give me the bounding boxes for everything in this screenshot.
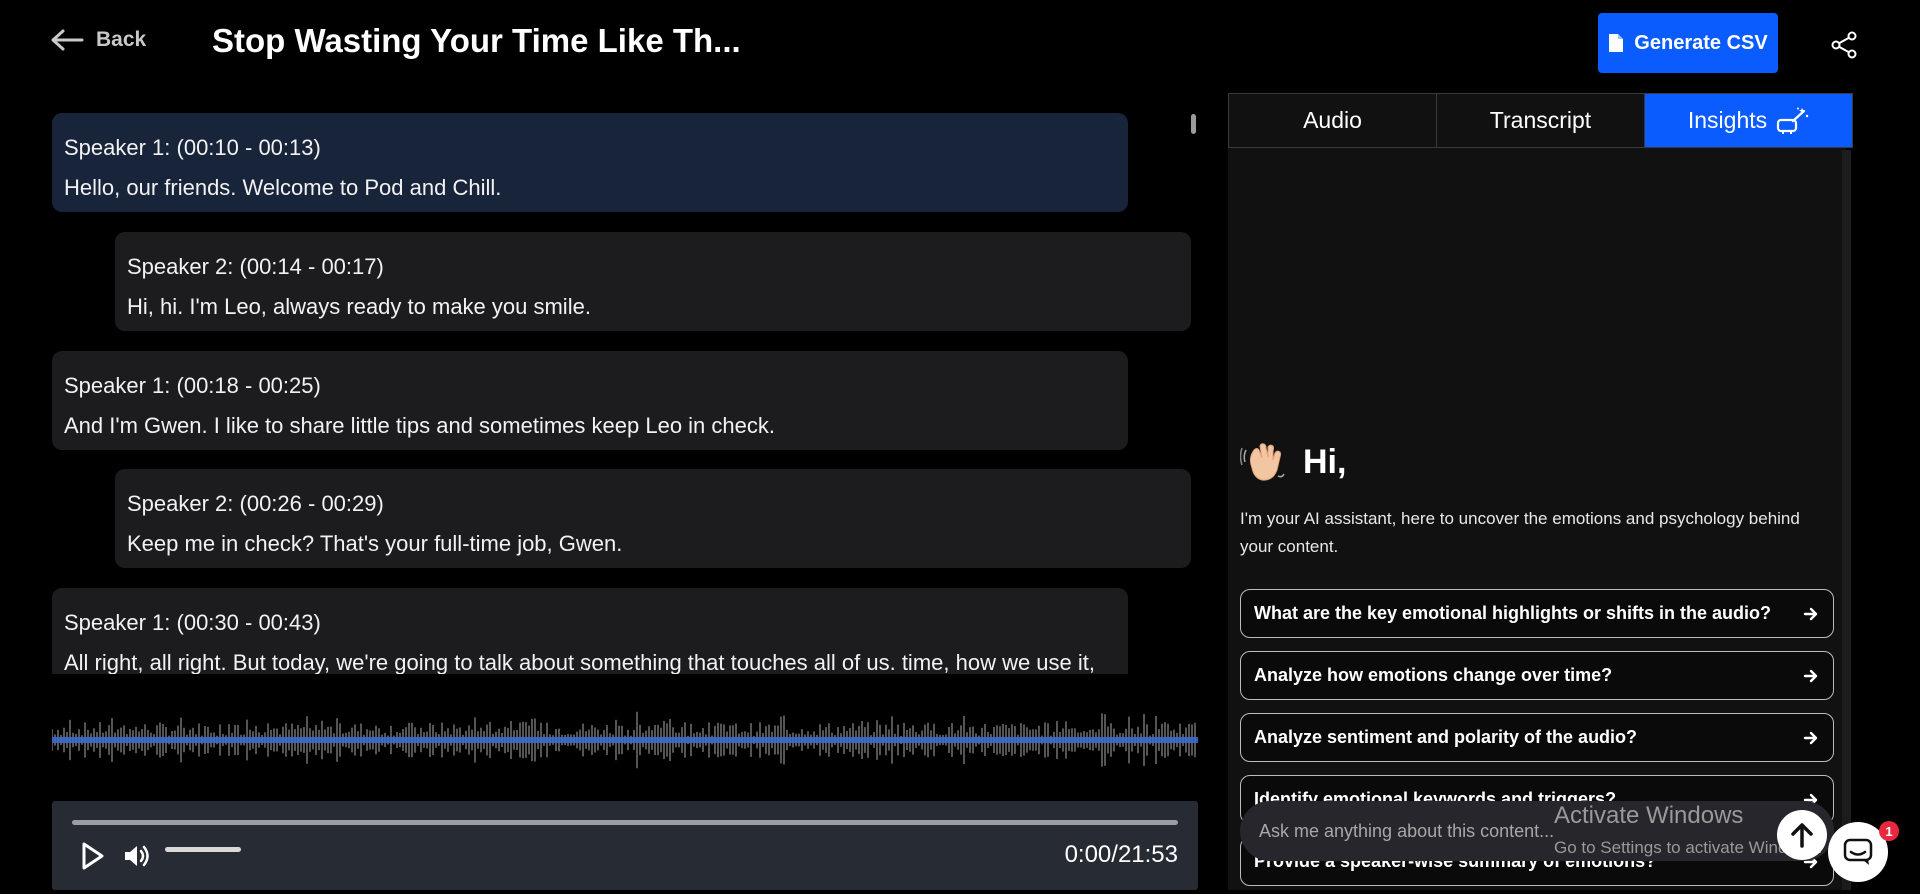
tab-label: Transcript	[1489, 107, 1592, 133]
suggested-question[interactable]: Analyze how emotions change over time?	[1240, 651, 1834, 700]
tab-label: Insights	[1687, 107, 1768, 133]
tab-audio[interactable]: Audio	[1229, 94, 1437, 147]
transcript-text: All right, all right. But today, we're g…	[64, 650, 1096, 674]
page-title: Stop Wasting Your Time Like Th...	[212, 22, 741, 59]
file-icon	[1609, 34, 1624, 52]
arrow-right-icon	[1803, 669, 1818, 682]
notification-badge: 1	[1879, 821, 1899, 841]
time-display: 0:00/21:53	[1064, 841, 1178, 868]
waving-hand-icon	[1240, 443, 1285, 481]
insights-scrollbar[interactable]	[1842, 150, 1851, 890]
suggested-question[interactable]: Analyze sentiment and polarity of the au…	[1240, 713, 1834, 762]
volume-slider[interactable]	[165, 847, 241, 852]
transcript-entry[interactable]: Speaker 1: (00:30 - 00:43) All right, al…	[52, 588, 1128, 674]
share-icon[interactable]	[1830, 31, 1858, 59]
tab-label: Audio	[1303, 107, 1362, 133]
greeting-heading: Hi,	[1303, 443, 1347, 481]
question-text: Analyze how emotions change over time?	[1254, 665, 1613, 685]
waveform-center-band	[52, 737, 1198, 743]
transcript-text: Hi, hi. I'm Leo, always ready to make yo…	[127, 294, 591, 319]
ask-input[interactable]	[1259, 820, 1559, 842]
audio-waveform[interactable]	[52, 700, 1198, 780]
speaker-label: Speaker 2: (00:26 - 00:29)	[127, 491, 384, 516]
arrow-right-icon	[1803, 731, 1818, 744]
transcript-list[interactable]: Speaker 1: (00:10 - 00:13) Hello, our fr…	[52, 108, 1194, 674]
generate-csv-button[interactable]: Generate CSV	[1598, 13, 1778, 73]
audio-player: 0:00/21:53	[52, 801, 1198, 890]
tab-insights[interactable]: Insights	[1645, 94, 1852, 147]
volume-icon[interactable]	[122, 841, 152, 871]
arrow-left-icon	[51, 29, 84, 51]
transcript-text: Hello, our friends. Welcome to Pod and C…	[64, 175, 502, 200]
insights-panel: Audio Transcript Insights Hi, I'm your A…	[1228, 93, 1853, 890]
arrow-right-icon	[1803, 607, 1818, 620]
transcript-entry[interactable]: Speaker 1: (00:18 - 00:25) And I'm Gwen.…	[52, 351, 1128, 450]
transcript-entry[interactable]: Speaker 1: (00:10 - 00:13) Hello, our fr…	[52, 113, 1128, 212]
speaker-label: Speaker 1: (00:18 - 00:25)	[64, 373, 321, 398]
arrow-up-icon	[1791, 823, 1813, 848]
insights-content: Hi, I'm your AI assistant, here to uncov…	[1228, 148, 1846, 890]
suggested-question[interactable]: What are the key emotional highlights or…	[1240, 589, 1834, 638]
transcript-text: Keep me in check? That's your full-time …	[127, 531, 623, 556]
transcript-scrollbar-thumb[interactable]	[1191, 114, 1196, 134]
seek-bar[interactable]	[72, 820, 1178, 825]
transcript-scrollbar[interactable]	[1189, 110, 1196, 672]
speaker-label: Speaker 2: (00:14 - 00:17)	[127, 254, 384, 279]
transcript-entry[interactable]: Speaker 2: (00:26 - 00:29) Keep me in ch…	[115, 469, 1191, 568]
assistant-intro: I'm your AI assistant, here to uncover t…	[1240, 509, 1800, 556]
back-label: Back	[96, 28, 147, 51]
tab-bar: Audio Transcript Insights	[1228, 93, 1853, 148]
back-button[interactable]: Back	[50, 28, 146, 52]
play-icon[interactable]	[80, 841, 106, 871]
question-text: What are the key emotional highlights or…	[1254, 603, 1772, 623]
speaker-label: Speaker 1: (00:10 - 00:13)	[64, 135, 321, 160]
transcript-text: And I'm Gwen. I like to share little tip…	[64, 413, 775, 438]
transcript-entry[interactable]: Speaker 2: (00:14 - 00:17) Hi, hi. I'm L…	[115, 232, 1191, 331]
generate-csv-label: Generate CSV	[1634, 31, 1768, 54]
speaker-label: Speaker 1: (00:30 - 00:43)	[64, 610, 321, 635]
tab-transcript[interactable]: Transcript	[1437, 94, 1645, 147]
chat-icon	[1843, 838, 1873, 865]
question-text: Analyze sentiment and polarity of the au…	[1254, 727, 1638, 747]
scroll-to-top-button[interactable]	[1777, 810, 1827, 860]
magic-wand-icon	[1777, 107, 1809, 134]
